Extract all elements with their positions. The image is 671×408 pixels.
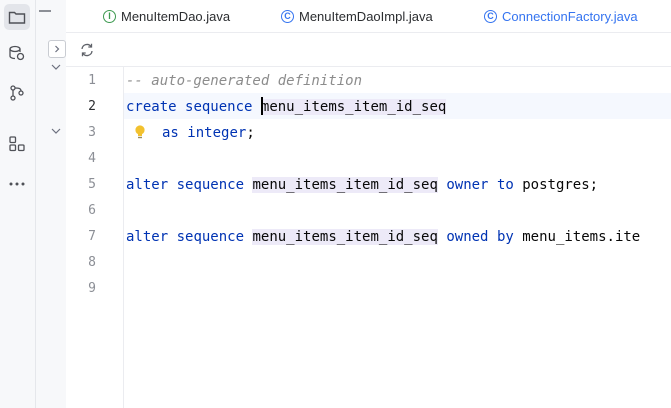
sequence-identifier[interactable]: menu_items_item_id_seq bbox=[252, 229, 438, 245]
owner-name: postgres; bbox=[522, 177, 599, 193]
code-line-3: as integer; bbox=[162, 120, 255, 146]
editor-toolbar bbox=[66, 33, 671, 67]
refresh-button[interactable] bbox=[78, 41, 96, 59]
line-number: 3 bbox=[88, 125, 96, 140]
line-number: 1 bbox=[88, 73, 96, 88]
chevron-down-icon[interactable] bbox=[50, 63, 62, 71]
tab-connectionfactory[interactable]: C ConnectionFactory.java bbox=[484, 0, 638, 32]
line-number: 6 bbox=[88, 203, 96, 218]
keyword: by bbox=[496, 229, 514, 245]
line-number: 5 bbox=[88, 177, 96, 192]
ide-window: I MenuItemDao.java C MenuItemDaoImpl.jav… bbox=[0, 0, 671, 408]
keyword: integer bbox=[187, 125, 247, 141]
keyword: create bbox=[126, 99, 177, 115]
line-number: 7 bbox=[88, 229, 96, 244]
editor-tab-bar: I MenuItemDao.java C MenuItemDaoImpl.jav… bbox=[66, 0, 671, 33]
line-number: 4 bbox=[88, 151, 96, 166]
keyword: sequence bbox=[185, 99, 253, 115]
punctuation: ; bbox=[246, 125, 255, 141]
tab-label: ConnectionFactory.java bbox=[502, 8, 638, 24]
chevron-right-icon bbox=[55, 45, 60, 53]
keyword: alter bbox=[126, 177, 169, 193]
line-number-gutter: 1 2 3 4 5 6 7 8 9 bbox=[66, 67, 124, 408]
line-number: 2 bbox=[88, 99, 96, 114]
line-number: 8 bbox=[88, 255, 96, 270]
expand-panel-button[interactable] bbox=[48, 40, 66, 58]
tool-window-bar bbox=[0, 0, 36, 408]
keyword: owned bbox=[446, 229, 489, 245]
folder-icon bbox=[8, 11, 26, 24]
code-line-7: alter sequence menu_items_item_id_seq ow… bbox=[126, 224, 640, 250]
owned-by-column: menu_items.ite bbox=[522, 229, 641, 245]
sequence-identifier[interactable]: menu_items_item_id_seq bbox=[260, 99, 447, 115]
interface-icon: I bbox=[103, 9, 116, 23]
code-line-1: -- auto-generated definition bbox=[126, 68, 362, 94]
code-line-5: alter sequence menu_items_item_id_seq ow… bbox=[126, 172, 598, 198]
lightbulb-icon[interactable] bbox=[133, 124, 147, 140]
code-editor[interactable]: -- auto-generated definition create sequ… bbox=[124, 67, 671, 408]
structure-tool-button[interactable] bbox=[4, 131, 30, 157]
refresh-icon bbox=[81, 43, 93, 57]
text-cursor bbox=[260, 97, 263, 115]
tab-label: MenuItemDao.java bbox=[121, 8, 231, 24]
more-tools-button[interactable] bbox=[4, 171, 30, 197]
tab-menuitemdao[interactable]: I MenuItemDao.java bbox=[103, 0, 230, 32]
keyword: owner bbox=[446, 177, 489, 193]
minimize-icon[interactable] bbox=[39, 10, 51, 12]
class-icon: C bbox=[281, 9, 294, 23]
project-tool-button[interactable] bbox=[4, 4, 30, 30]
keyword: as bbox=[162, 125, 179, 141]
database-icon bbox=[9, 45, 25, 61]
tab-menuitemdaoimpl[interactable]: C MenuItemDaoImpl.java bbox=[281, 0, 433, 32]
branch-icon bbox=[10, 85, 24, 101]
structure-icon bbox=[9, 136, 25, 152]
keyword: alter bbox=[126, 229, 169, 245]
tab-label: MenuItemDaoImpl.java bbox=[299, 8, 433, 24]
sequence-identifier[interactable]: menu_items_item_id_seq bbox=[252, 177, 438, 193]
keyword: sequence bbox=[176, 177, 245, 193]
keyword: to bbox=[496, 177, 514, 193]
keyword: sequence bbox=[176, 229, 245, 245]
more-icon bbox=[9, 182, 25, 186]
chevron-down-icon[interactable] bbox=[50, 127, 62, 135]
database-tool-button[interactable] bbox=[4, 40, 30, 66]
project-panel-strip bbox=[36, 0, 67, 408]
sql-comment: -- auto-generated definition bbox=[126, 73, 363, 89]
line-number: 9 bbox=[88, 281, 96, 296]
class-icon: C bbox=[484, 9, 497, 23]
code-line-2: create sequence menu_items_item_id_seq bbox=[126, 94, 447, 120]
commit-tool-button[interactable] bbox=[4, 80, 30, 106]
